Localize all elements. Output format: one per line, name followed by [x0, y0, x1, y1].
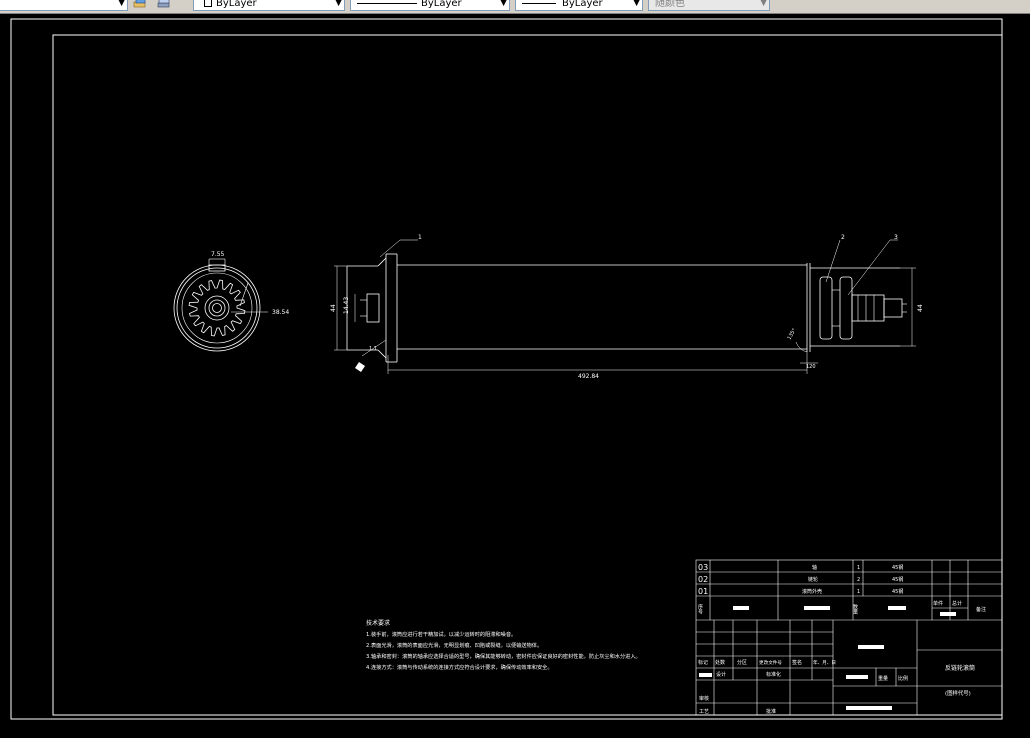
stage-mark-bar	[846, 675, 868, 679]
lineweight-dropdown[interactable]: ByLayer ▼	[515, 0, 643, 11]
linetype-preview	[357, 3, 417, 4]
chamfer-marker	[355, 362, 365, 372]
outer-sheet-border	[10, 18, 1003, 720]
dim-top-left: 7.55	[211, 251, 225, 258]
ratio-label: 比例	[898, 675, 908, 682]
rev-sign: 签名	[792, 659, 802, 666]
dim-chamfer-left: 1.1	[369, 346, 377, 352]
chevron-down-icon: ▼	[760, 0, 767, 8]
part-row-3-no: 03	[698, 563, 708, 572]
header-name-bar	[804, 606, 830, 610]
designer-bar	[699, 673, 712, 677]
drawing-name: 反链轮滚筒	[945, 664, 975, 672]
part-row-3-material: 45钢	[892, 564, 903, 571]
part-row-3-qty: 1	[857, 565, 860, 571]
header-weight-bar	[940, 612, 956, 616]
header-material-bar	[888, 606, 906, 610]
color-swatch	[204, 0, 212, 7]
chevron-down-icon: ▼	[335, 0, 342, 8]
layer-properties-icon[interactable]	[133, 0, 147, 10]
layer-states-icon[interactable]	[157, 0, 171, 10]
rev-file: 更改文件号	[759, 659, 782, 666]
roller-side-view	[334, 239, 916, 374]
part-row-1-qty: 1	[857, 589, 860, 595]
sheet-bar	[846, 706, 892, 710]
dim-right-diameter: 44	[917, 304, 924, 312]
header-code-bar	[733, 606, 749, 610]
color-dropdown[interactable]: ByLayer ▼	[193, 0, 345, 11]
header-single: 单件	[933, 600, 943, 607]
notes-line-2: 2.表面光滑，滚筒的表面应光滑，无明显划痕、凹陷或裂缝，以便输送物体。	[366, 641, 542, 649]
part-row-1-no: 01	[698, 587, 708, 596]
header-qty: 数量	[852, 603, 858, 615]
notes-line-1: 1.装手前，滚筒应进行若干精加试，以减少运转时的阻滞和噪音。	[366, 630, 516, 638]
chevron-down-icon: ▼	[500, 0, 507, 8]
sprocket-end-view	[173, 258, 268, 352]
header-seq: 序号	[697, 603, 703, 615]
part-row-2-no: 02	[698, 575, 708, 584]
notes-line-4: 4.连接方式：滚筒与传动系统的连接方式应符合设计要求，确保传动效率和安全。	[366, 663, 553, 671]
rev-count: 处数	[715, 659, 725, 666]
stage-bar	[858, 645, 884, 649]
part-row-1-material: 45钢	[892, 588, 903, 595]
linetype-dropdown[interactable]: ByLayer ▼	[350, 0, 510, 11]
plotstyle-dropdown[interactable]: 随颜色 ▼	[648, 0, 770, 11]
weight-label: 重量	[878, 675, 888, 682]
rev-mark: 标记	[698, 659, 708, 666]
reviewer-label: 审核	[699, 695, 709, 702]
dim-right-end: 120	[806, 364, 816, 370]
dim-chamfer-right: 135°	[787, 327, 798, 341]
designer-label: 设计	[716, 671, 726, 678]
drawing-code: (图样代号)	[945, 689, 971, 697]
drawing-canvas[interactable]: 7.55 38.54 1 2 3 44 14.43 492.84 44 120 …	[0, 14, 1030, 738]
part-row-2-qty: 2	[857, 577, 860, 583]
rev-zone: 分区	[737, 659, 747, 666]
part-row-3-name: 轴	[812, 564, 817, 571]
dim-shaft-left: 44	[330, 304, 337, 312]
inner-frame-border	[52, 34, 1003, 716]
header-remark: 备注	[976, 606, 986, 613]
balloon-2: 2	[841, 234, 845, 241]
approve-label: 批准	[766, 708, 776, 715]
header-total: 总计	[952, 600, 962, 607]
notes-line-3: 3.轴承和密封：滚筒的轴承应选择合适的型号，确保其能够转动，密封件应保证良好的密…	[366, 652, 641, 660]
dim-inner-left: 14.43	[343, 297, 350, 314]
part-row-2-name: 链轮	[808, 576, 818, 583]
lineweight-preview	[522, 3, 556, 4]
balloon-1: 1	[418, 234, 422, 241]
sprocket-teeth	[188, 279, 246, 337]
standardize-label: 标准化	[766, 671, 781, 678]
dim-overall-length: 492.84	[578, 373, 599, 380]
part-row-1-name: 滚筒外壳	[802, 588, 822, 595]
craft-label: 工艺	[699, 709, 709, 715]
properties-toolbar: ▼ ByLayer ▼ ByLayer ▼ ByLayer ▼ 随颜色 ▼	[0, 0, 1030, 14]
chevron-down-icon: ▼	[118, 0, 125, 8]
part-row-2-material: 45钢	[892, 576, 903, 583]
chevron-down-icon: ▼	[633, 0, 640, 8]
notes-title: 技术要求	[366, 619, 390, 627]
rev-date: 年、月、日	[813, 659, 836, 666]
dim-bolt-circle: 38.54	[272, 309, 289, 316]
balloon-3: 3	[894, 234, 898, 241]
layer-dropdown[interactable]: ▼	[0, 0, 128, 11]
